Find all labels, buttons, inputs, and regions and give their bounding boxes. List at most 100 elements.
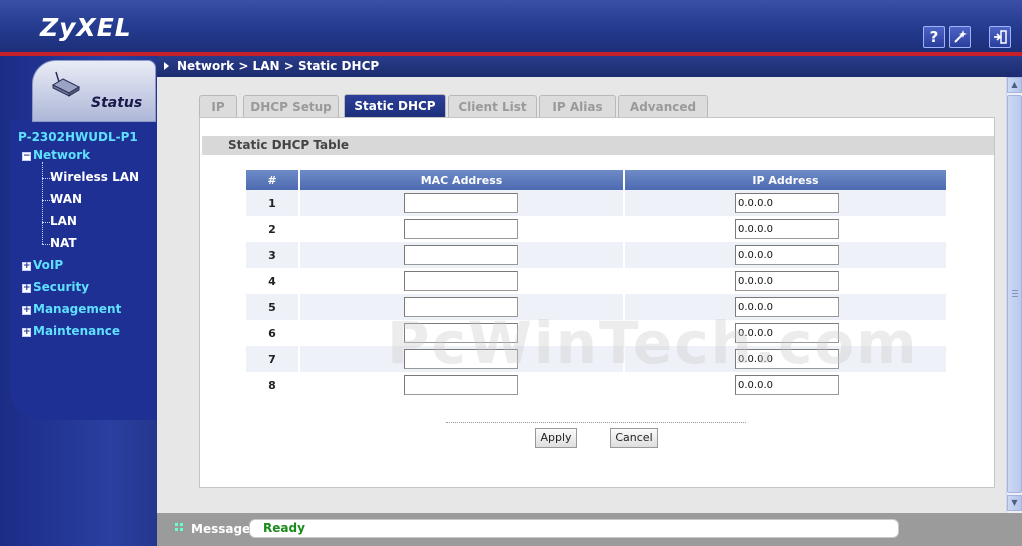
sidebar-item-security[interactable]: + Security: [22, 280, 89, 294]
breadcrumb-arrow-icon: [164, 62, 169, 70]
expand-icon[interactable]: +: [22, 284, 31, 293]
table-header-row: # MAC Address IP Address: [246, 170, 948, 190]
ip-cell: [625, 346, 948, 372]
ip-address-input[interactable]: [735, 297, 839, 317]
column-header-num: #: [246, 170, 300, 190]
device-name: P-2302HWUDL-P1: [18, 130, 138, 144]
ip-cell: [625, 294, 948, 320]
scrollbar-thumb[interactable]: [1007, 95, 1022, 493]
cancel-button[interactable]: Cancel: [610, 428, 658, 448]
top-header: ZyXEL ?: [0, 0, 1022, 52]
section-title: Static DHCP Table: [202, 136, 994, 155]
question-mark-icon[interactable]: ?: [923, 26, 945, 48]
mac-address-input[interactable]: [404, 193, 518, 213]
tab-ip-alias[interactable]: IP Alias: [539, 95, 616, 118]
row-number: 3: [246, 242, 300, 268]
table-row: 2: [246, 216, 948, 242]
column-header-mac: MAC Address: [300, 170, 625, 190]
sidebar-item-label: Network: [33, 148, 91, 162]
mac-address-input[interactable]: [404, 297, 518, 317]
column-header-ip: IP Address: [625, 170, 948, 190]
tab-advanced[interactable]: Advanced: [618, 95, 708, 118]
mac-address-input[interactable]: [404, 349, 518, 369]
sidebar-item-wireless-lan[interactable]: Wireless LAN: [50, 170, 139, 184]
status-tab[interactable]: Status: [32, 60, 156, 122]
router-icon: [51, 71, 81, 97]
sidebar-item-nat[interactable]: NAT: [50, 236, 77, 250]
row-number: 7: [246, 346, 300, 372]
mac-cell: [300, 346, 625, 372]
ip-address-input[interactable]: [735, 271, 839, 291]
table-row: 6: [246, 320, 948, 346]
sidebar-item-wan[interactable]: WAN: [50, 192, 82, 206]
scroll-down-arrow-icon[interactable]: ▼: [1007, 495, 1022, 511]
ip-address-input[interactable]: [735, 245, 839, 265]
tab-static-dhcp[interactable]: Static DHCP: [344, 94, 446, 118]
row-number: 6: [246, 320, 300, 346]
ip-cell: [625, 190, 948, 216]
expand-icon[interactable]: +: [22, 306, 31, 315]
sidebar-item-label: Maintenance: [33, 324, 121, 338]
row-number: 8: [246, 372, 300, 398]
ip-address-input[interactable]: [735, 193, 839, 213]
mac-cell: [300, 242, 625, 268]
message-label: Message: [191, 522, 251, 536]
ip-cell: [625, 268, 948, 294]
mac-address-input[interactable]: [404, 219, 518, 239]
button-separator: [446, 422, 746, 423]
sidebar-item-voip[interactable]: + VoIP: [22, 258, 63, 272]
message-box: Ready: [249, 519, 899, 538]
zyxel-logo: ZyXEL: [40, 13, 132, 42]
tab-ip[interactable]: IP: [199, 95, 237, 118]
ip-cell: [625, 216, 948, 242]
sidebar-item-management[interactable]: + Management: [22, 302, 121, 316]
ip-address-input[interactable]: [735, 349, 839, 369]
mac-address-input[interactable]: [404, 323, 518, 343]
mac-cell: [300, 268, 625, 294]
sidebar-item-label: Management: [33, 302, 122, 316]
sidebar-item-network[interactable]: − Network: [22, 148, 90, 162]
logout-icon[interactable]: [989, 26, 1011, 48]
mac-address-input[interactable]: [404, 245, 518, 265]
scrollbar-grip-icon: [1012, 290, 1018, 297]
mac-cell: [300, 216, 625, 242]
expand-icon[interactable]: +: [22, 328, 31, 337]
table-row: 3: [246, 242, 948, 268]
expand-icon[interactable]: +: [22, 262, 31, 271]
sidebar-item-label: Security: [33, 280, 90, 294]
static-dhcp-table: # MAC Address IP Address 1 2 3: [246, 170, 948, 398]
wizard-wand-icon[interactable]: [949, 26, 971, 48]
mac-address-input[interactable]: [404, 271, 518, 291]
ip-cell: [625, 320, 948, 346]
vertical-scrollbar[interactable]: ▲ ▼: [1006, 77, 1022, 513]
mac-cell: [300, 190, 625, 216]
table-row: 7: [246, 346, 948, 372]
content-panel: Static DHCP Table # MAC Address IP Addre…: [199, 117, 995, 488]
ip-cell: [625, 372, 948, 398]
mac-cell: [300, 294, 625, 320]
mac-address-input[interactable]: [404, 375, 518, 395]
status-label: Status: [91, 95, 143, 111]
sidebar-item-lan[interactable]: LAN: [50, 214, 77, 228]
tab-client-list[interactable]: Client List: [448, 95, 537, 118]
ip-address-input[interactable]: [735, 219, 839, 239]
row-number: 2: [246, 216, 300, 242]
row-number: 1: [246, 190, 300, 216]
ip-cell: [625, 242, 948, 268]
apply-button[interactable]: Apply: [535, 428, 577, 448]
table-row: 4: [246, 268, 948, 294]
breadcrumb: Network > LAN > Static DHCP: [177, 59, 380, 73]
table-row: 5: [246, 294, 948, 320]
row-number: 5: [246, 294, 300, 320]
ip-address-input[interactable]: [735, 323, 839, 343]
breadcrumb-bar: Network > LAN > Static DHCP: [157, 56, 1022, 77]
ip-address-input[interactable]: [735, 375, 839, 395]
sidebar-item-label: VoIP: [33, 258, 64, 272]
scroll-up-arrow-icon[interactable]: ▲: [1007, 77, 1022, 93]
table-row: 8: [246, 372, 948, 398]
table-row: 1: [246, 190, 948, 216]
collapse-icon[interactable]: −: [22, 152, 31, 161]
sidebar-item-maintenance[interactable]: + Maintenance: [22, 324, 120, 338]
mac-cell: [300, 372, 625, 398]
tab-dhcp-setup[interactable]: DHCP Setup: [243, 95, 339, 118]
